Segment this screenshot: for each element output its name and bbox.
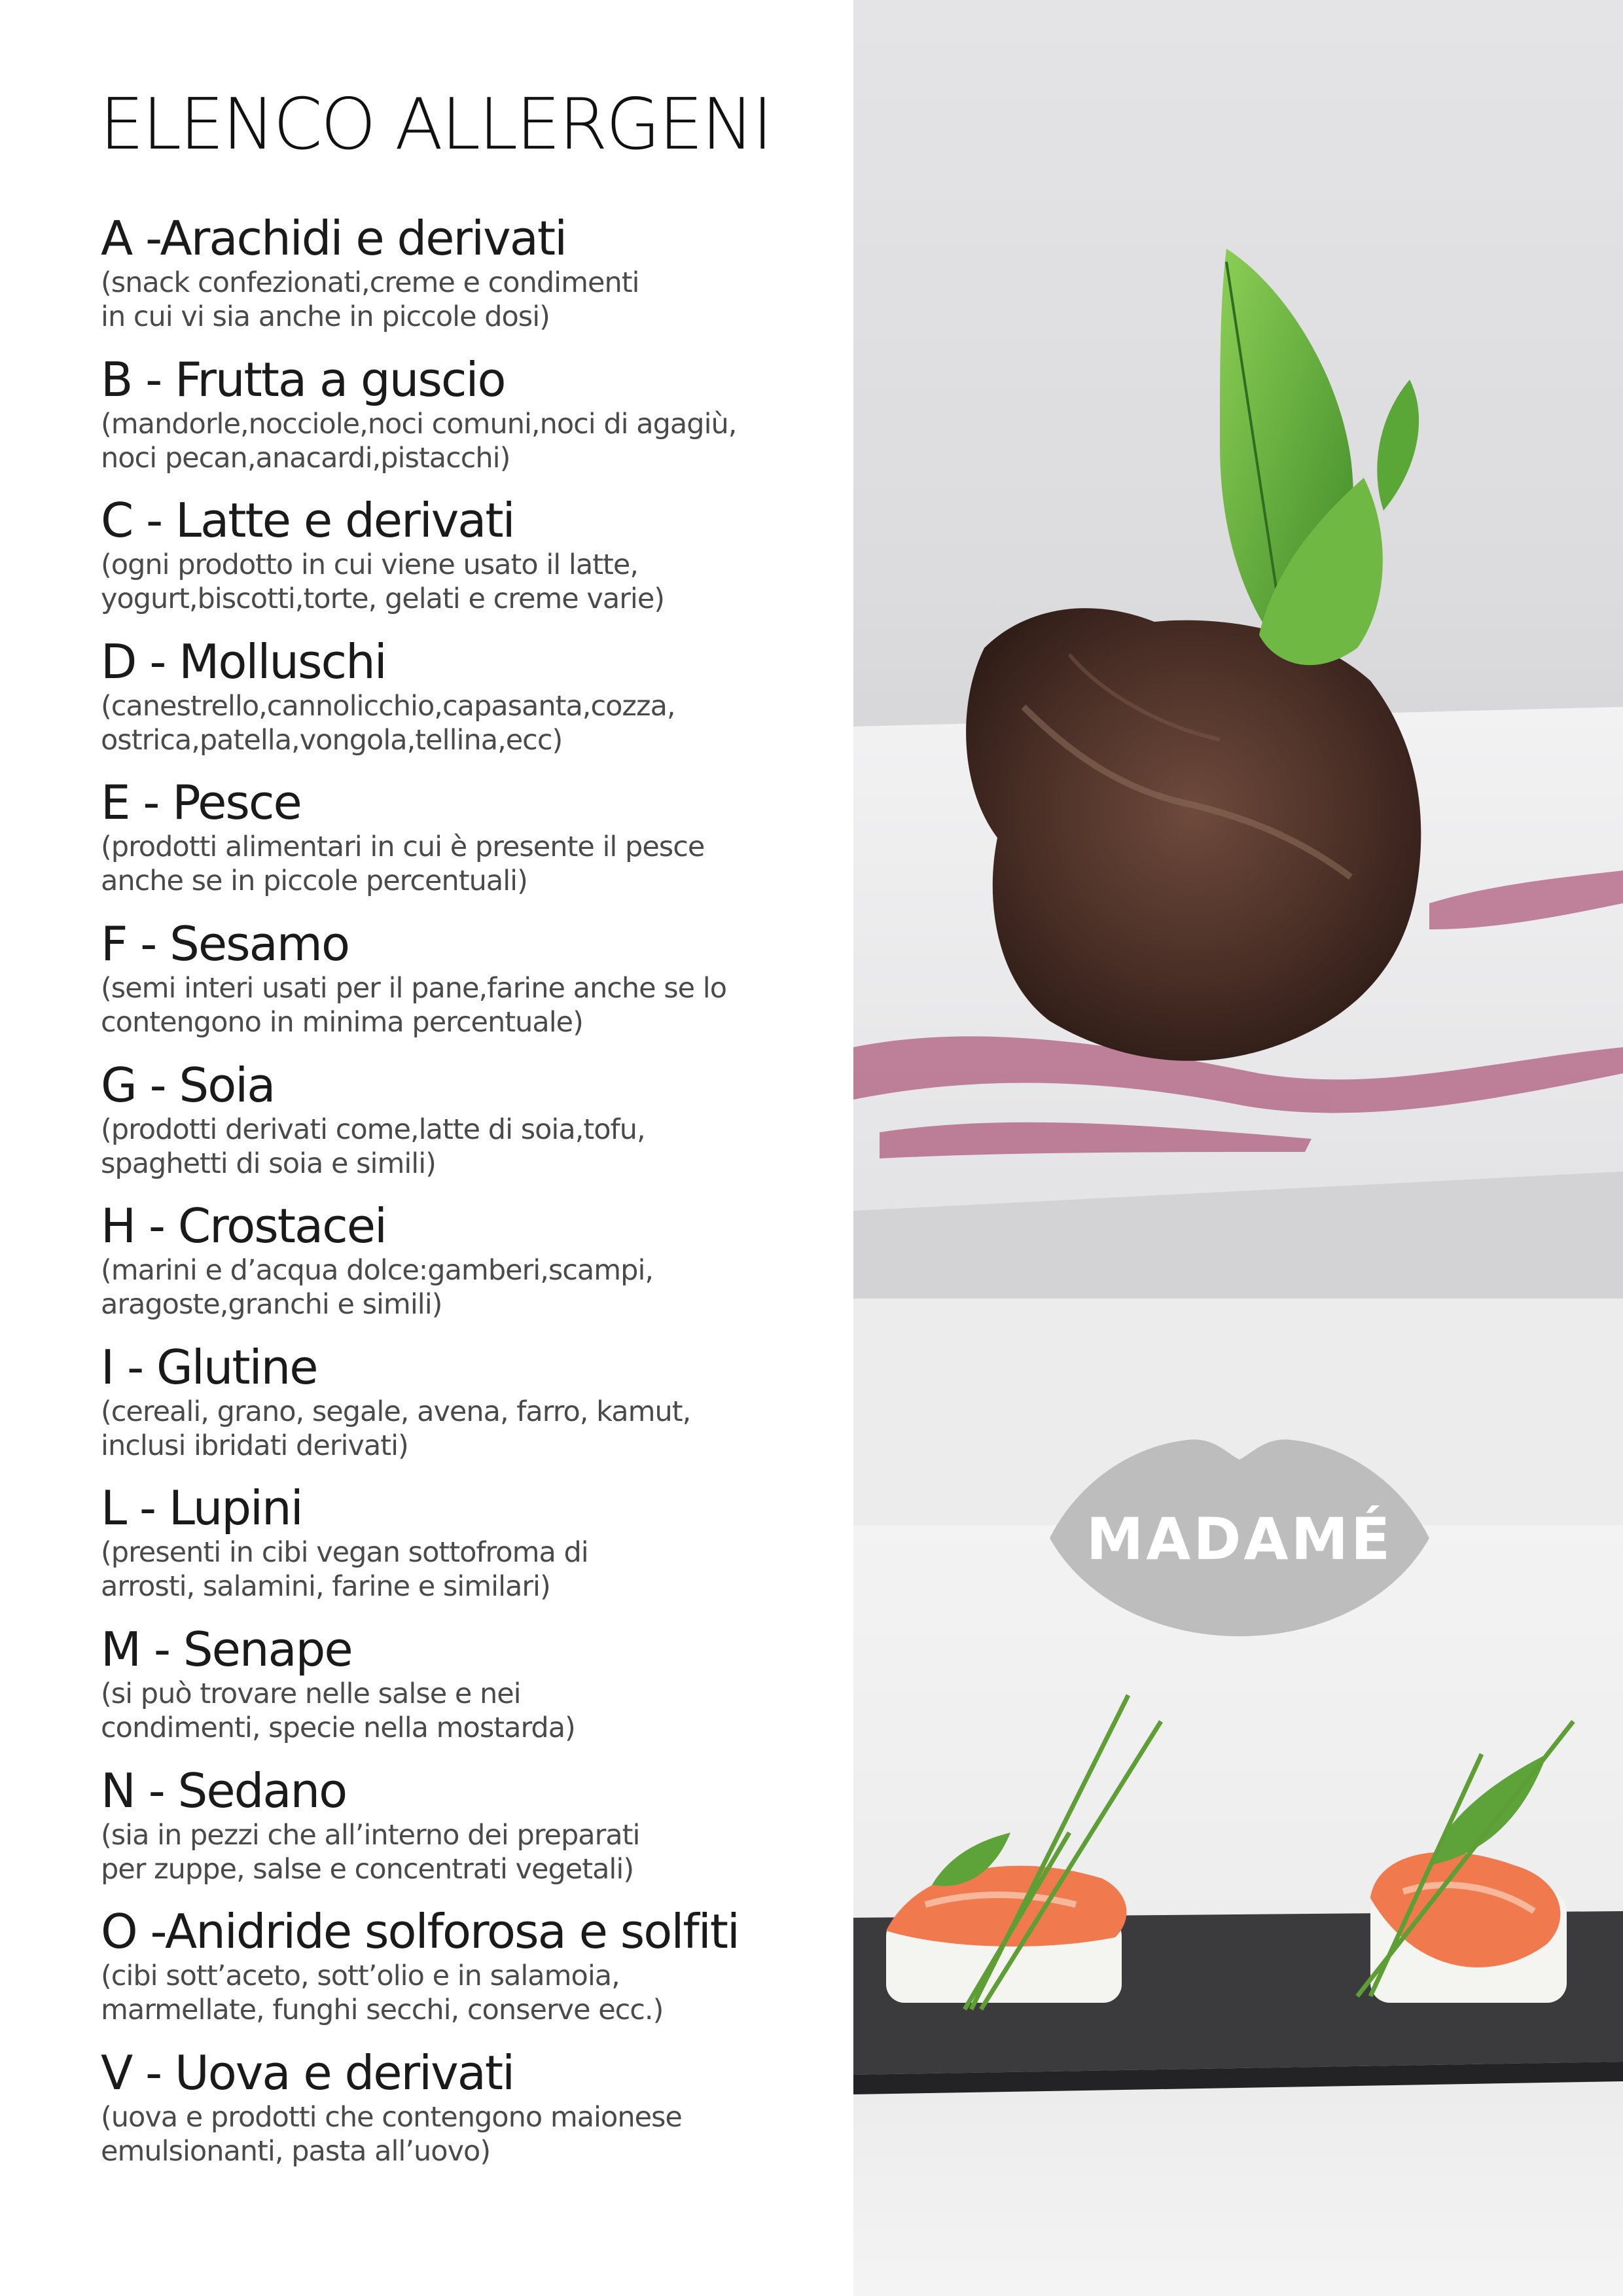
allergen-item-g: G - Soia (prodotti derivati come,latte d… bbox=[101, 1058, 840, 1199]
page-title: ELENCO ALLERGENI bbox=[99, 84, 773, 166]
allergen-item-e: E - Pesce (prodotti alimentari in cui è … bbox=[101, 775, 840, 916]
braised-meat-with-mint-photo bbox=[853, 0, 1623, 1299]
braised-meat bbox=[966, 608, 1421, 1061]
allergen-description: (cibi sott’aceto, sott’olio e in salamoi… bbox=[101, 1960, 664, 2027]
meat-dish-illustration bbox=[853, 249, 1623, 1299]
allergen-description: (uova e prodotti che contengono maionese… bbox=[101, 2100, 683, 2168]
allergen-description: (si può trovare nelle salse e nei condim… bbox=[101, 1677, 576, 1744]
allergen-title: G - Soia bbox=[101, 1057, 276, 1113]
allergen-item-d: D - Molluschi (canestrello,cannolicchio,… bbox=[101, 634, 840, 776]
mint-garnish-right bbox=[1429, 1754, 1547, 1865]
allergen-description: (marini e d’acqua dolce:gamberi,scampi, … bbox=[101, 1254, 654, 1321]
allergen-title: I - Glutine bbox=[101, 1339, 319, 1395]
allergen-item-n: N - Sedano (sia in pezzi che all’interno… bbox=[101, 1763, 840, 1905]
allergen-item-h: H - Crostacei (marini e d’acqua dolce:ga… bbox=[101, 1198, 840, 1340]
allergen-description: (sia in pezzi che all’interno dei prepar… bbox=[101, 1818, 640, 1886]
allergen-title: E - Pesce bbox=[101, 775, 302, 831]
allergen-title: M - Senape bbox=[101, 1621, 353, 1677]
allergen-description: (presenti in cibi vegan sottofroma di ar… bbox=[101, 1536, 589, 1604]
allergen-title: H - Crostacei bbox=[101, 1198, 387, 1254]
allergen-title: D - Molluschi bbox=[101, 634, 387, 689]
allergen-title: C - Latte e derivati bbox=[101, 493, 516, 548]
allergen-item-i: I - Glutine (cereali, grano, segale, ave… bbox=[101, 1340, 840, 1481]
allergen-item-c: C - Latte e derivati (ogni prodotto in c… bbox=[101, 493, 840, 634]
allergen-description: (canestrello,cannolicchio,capasanta,cozz… bbox=[101, 689, 676, 757]
allergen-description: (prodotti alimentari in cui è presente i… bbox=[101, 831, 705, 898]
allergen-list-panel: ELENCO ALLERGENI A -Arachidi e derivati … bbox=[0, 0, 853, 2296]
allergen-title: F - Sesamo bbox=[101, 916, 350, 971]
allergen-item-a: A -Arachidi e derivati (snack confeziona… bbox=[101, 211, 840, 352]
allergen-item-b: B - Frutta a guscio (mandorle,nocciole,n… bbox=[101, 352, 840, 493]
allergen-description: (semi interi usati per il pane,farine an… bbox=[101, 971, 727, 1039]
madame-logo: MADAMÉ bbox=[1050, 1433, 1429, 1643]
allergen-description: (ogni prodotto in cui viene usato il lat… bbox=[101, 548, 665, 616]
allergen-description: (prodotti derivati come,latte di soia,to… bbox=[101, 1113, 646, 1180]
allergen-title: L - Lupini bbox=[101, 1480, 304, 1536]
logo-text: MADAMÉ bbox=[1086, 1505, 1393, 1573]
allergen-item-v: V - Uova e derivati (uova e prodotti che… bbox=[101, 2045, 840, 2187]
allergen-description: (cereali, grano, segale, avena, farro, k… bbox=[101, 1395, 691, 1462]
allergen-item-o: O -Anidride solforosa e solfiti (cibi so… bbox=[101, 1904, 840, 2045]
allergen-title: A -Arachidi e derivati bbox=[101, 211, 567, 266]
allergen-item-l: L - Lupini (presenti in cibi vegan sotto… bbox=[101, 1480, 840, 1622]
allergen-title: N - Sedano bbox=[101, 1763, 348, 1818]
allergen-list: A -Arachidi e derivati (snack confeziona… bbox=[101, 211, 840, 2186]
photo-panel: MADAMÉ bbox=[853, 0, 1623, 2296]
allergen-title: O -Anidride solforosa e solfiti bbox=[101, 1904, 740, 1960]
allergen-description: (mandorle,nocciole,noci comuni,noci di a… bbox=[101, 407, 737, 475]
allergen-item-f: F - Sesamo (semi interi usati per il pan… bbox=[101, 916, 840, 1058]
allergen-title: B - Frutta a guscio bbox=[101, 351, 507, 407]
allergen-item-m: M - Senape (si può trovare nelle salse e… bbox=[101, 1622, 840, 1763]
mint-leaf-tip bbox=[1377, 380, 1419, 511]
allergen-description: (snack confezionati,creme e condimenti i… bbox=[101, 266, 640, 333]
allergen-title: V - Uova e derivati bbox=[101, 2045, 515, 2100]
